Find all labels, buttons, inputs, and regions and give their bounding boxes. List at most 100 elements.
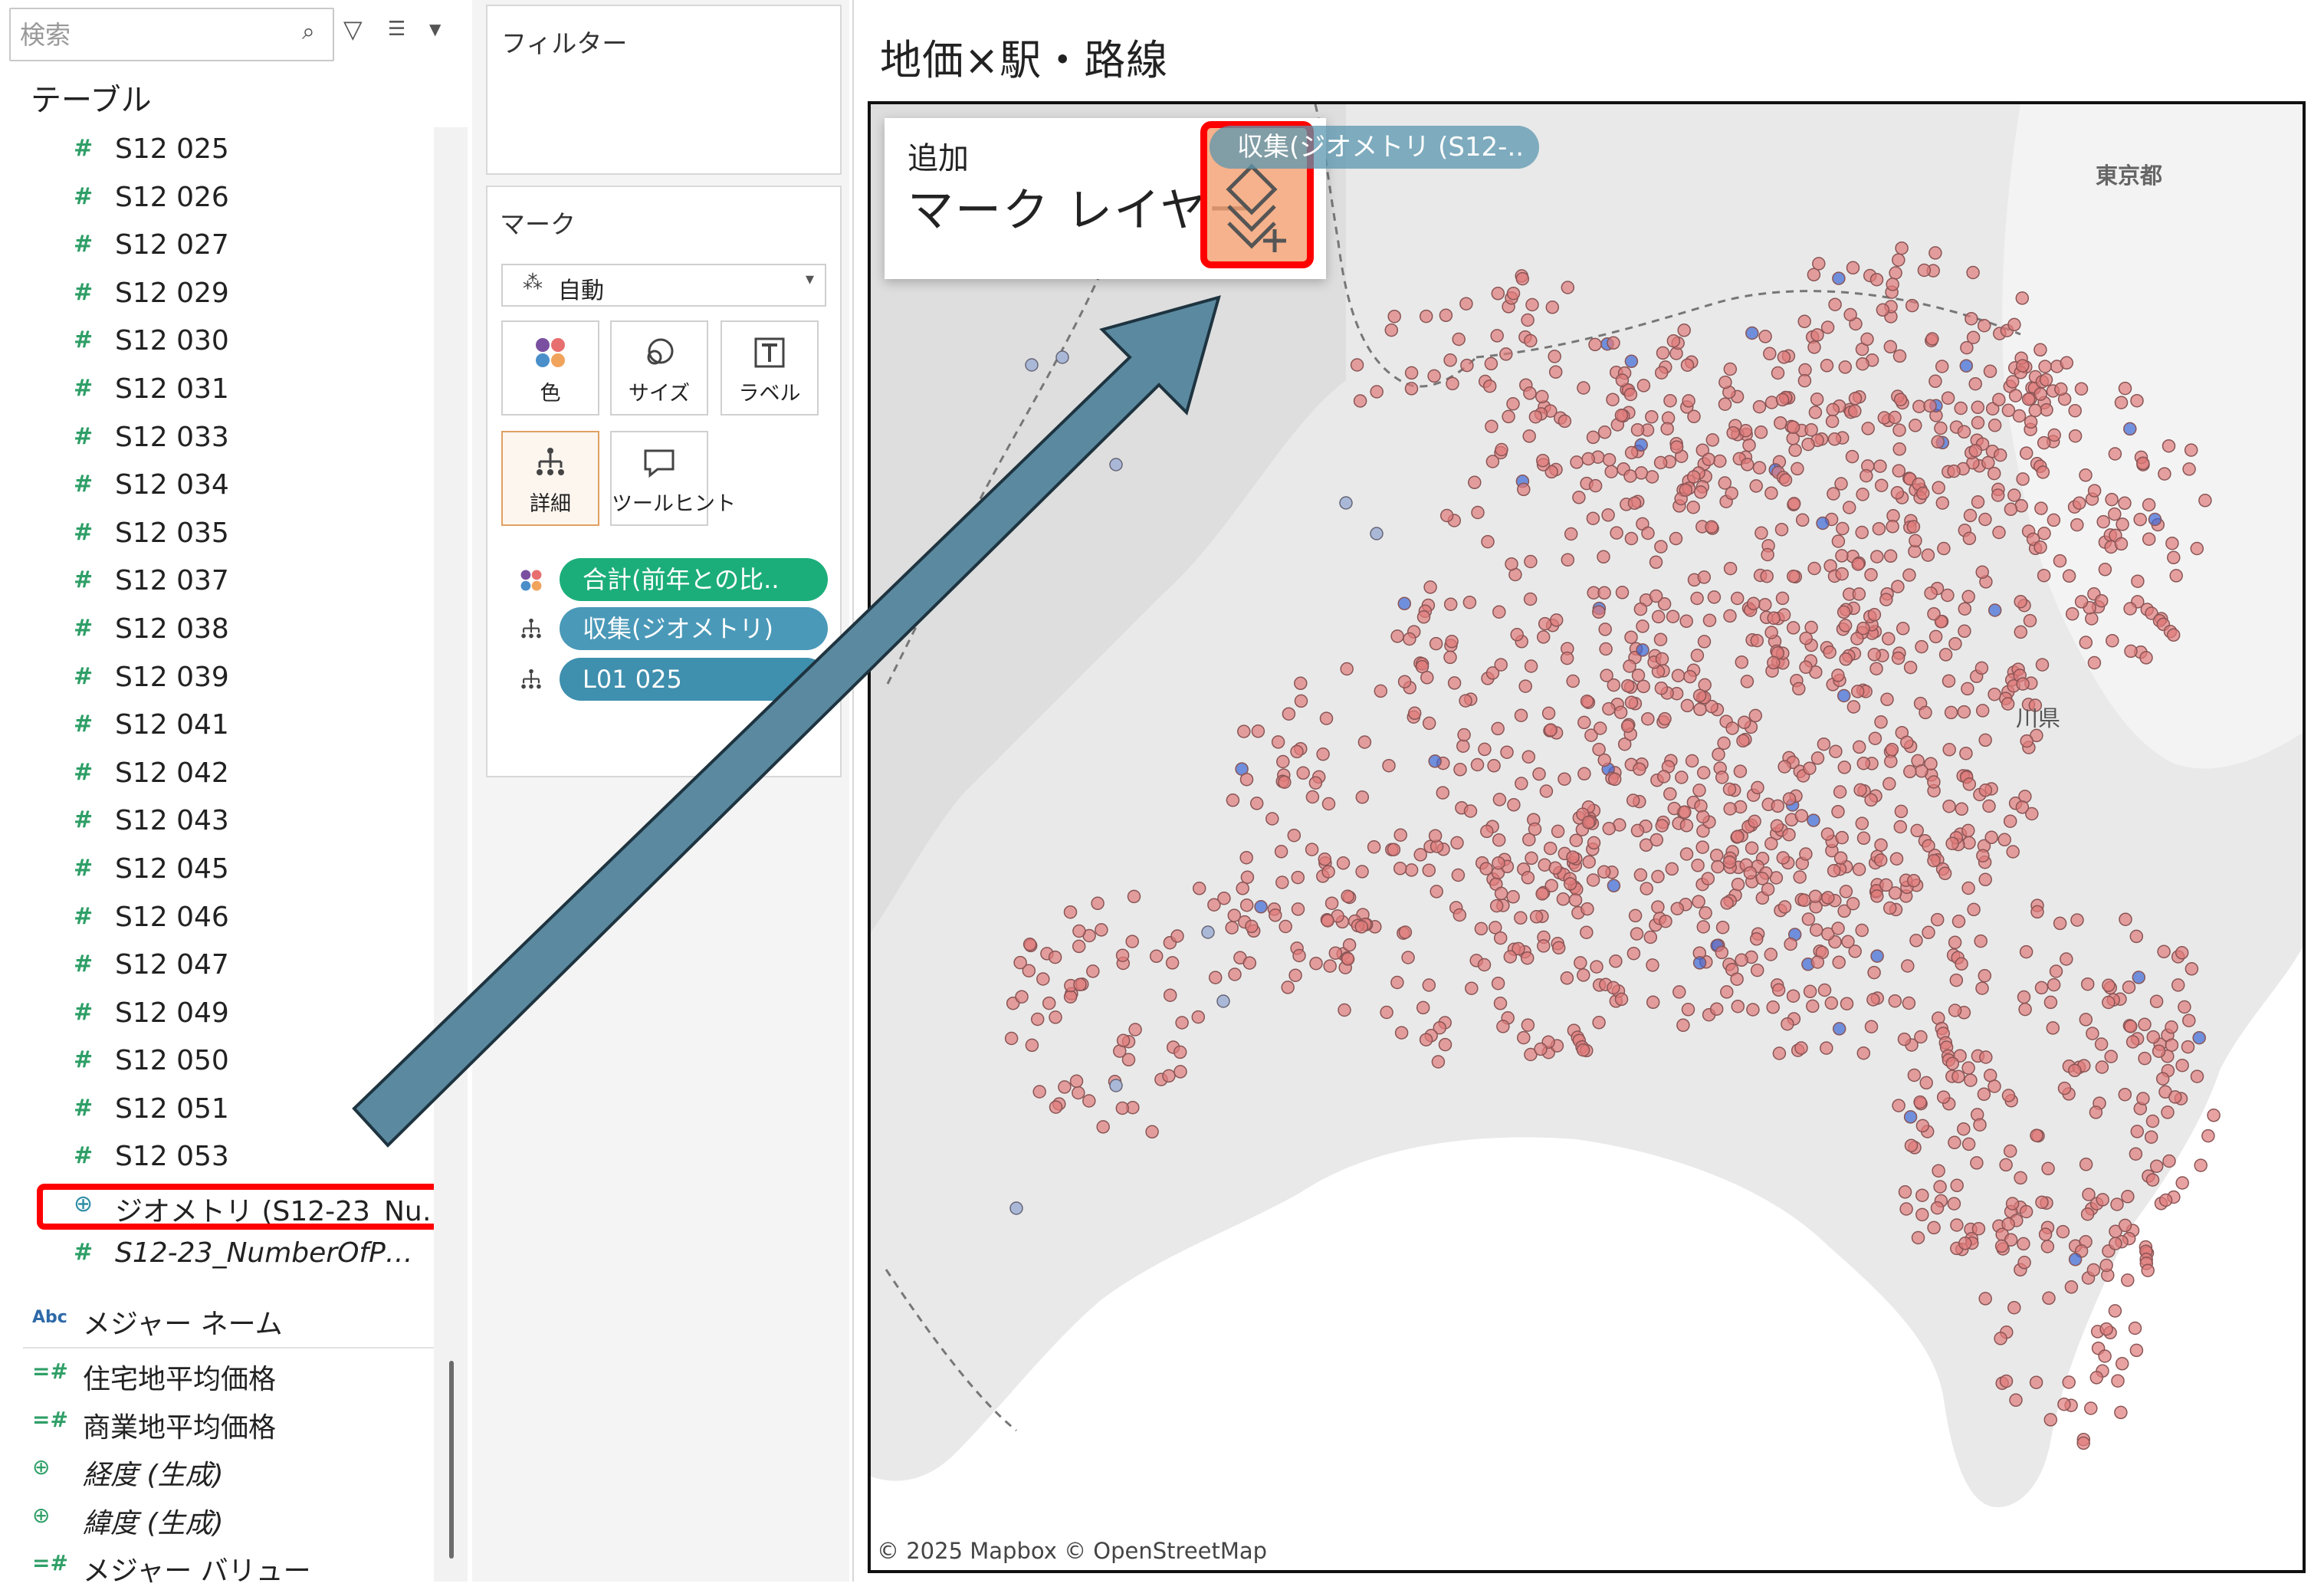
- map-point[interactable]: [1597, 425, 1612, 439]
- map-point[interactable]: [2198, 494, 2212, 508]
- measure-item[interactable]: ⊕ 経度 (生成): [0, 1447, 433, 1494]
- map-point[interactable]: [1938, 866, 1952, 881]
- map-point[interactable]: [1237, 724, 1251, 738]
- map-point[interactable]: [1627, 496, 1642, 511]
- map-point[interactable]: [1742, 438, 1756, 452]
- map-point[interactable]: [1556, 892, 1571, 906]
- map-point[interactable]: [1491, 721, 1505, 736]
- map-point[interactable]: [1536, 630, 1551, 644]
- map-point[interactable]: [2138, 1017, 2152, 1032]
- map-point[interactable]: [1581, 816, 1596, 829]
- map-point[interactable]: [1086, 964, 1100, 978]
- map-point[interactable]: [1271, 735, 1285, 749]
- map-point[interactable]: [1597, 753, 1611, 767]
- map-point[interactable]: [1170, 929, 1184, 943]
- map-point[interactable]: [1978, 733, 1992, 747]
- map-point[interactable]: [1957, 425, 1971, 439]
- map-point[interactable]: [1015, 990, 1029, 1004]
- map-point[interactable]: [1925, 332, 1939, 346]
- map-point[interactable]: [1548, 350, 1561, 363]
- map-point[interactable]: [1072, 939, 1086, 954]
- map-point[interactable]: [1924, 586, 1938, 600]
- map-point[interactable]: [1999, 1158, 2013, 1172]
- map-point[interactable]: [1566, 850, 1580, 864]
- map-point[interactable]: [1820, 320, 1835, 334]
- map-point[interactable]: [1679, 483, 1693, 497]
- map-point[interactable]: [1522, 833, 1536, 846]
- map-point[interactable]: [1971, 495, 1985, 509]
- map-point[interactable]: [1602, 452, 1617, 467]
- map-point[interactable]: [1745, 326, 1759, 340]
- map-point[interactable]: [2017, 1237, 2030, 1251]
- map-point[interactable]: [1251, 724, 1265, 738]
- map-point[interactable]: [2108, 507, 2122, 521]
- map-point[interactable]: [1694, 799, 1708, 813]
- map-point[interactable]: [2207, 1109, 2221, 1122]
- map-point[interactable]: [1839, 652, 1853, 666]
- map-point[interactable]: [1548, 861, 1562, 875]
- map-point[interactable]: [1245, 919, 1259, 934]
- map-point[interactable]: [1468, 475, 1482, 490]
- map-point[interactable]: [1791, 462, 1804, 476]
- map-point[interactable]: [1804, 422, 1818, 437]
- map-point[interactable]: [1927, 853, 1941, 868]
- map-point[interactable]: [1855, 525, 1869, 540]
- map-point[interactable]: [1022, 938, 1037, 951]
- map-point[interactable]: [1655, 652, 1669, 666]
- map-point[interactable]: [1602, 701, 1616, 716]
- map-point[interactable]: [1521, 750, 1536, 764]
- map-point[interactable]: [1592, 605, 1606, 619]
- map-point[interactable]: [1456, 739, 1470, 753]
- map-point[interactable]: [1935, 360, 1949, 373]
- map-point[interactable]: [1574, 956, 1587, 970]
- map-point[interactable]: [1485, 419, 1498, 433]
- map-point[interactable]: [1746, 596, 1761, 611]
- map-point[interactable]: [1786, 432, 1800, 445]
- map-point[interactable]: [1524, 554, 1538, 569]
- map-point[interactable]: [2146, 1030, 2161, 1044]
- map-point[interactable]: [1942, 674, 1956, 688]
- map-point[interactable]: [1308, 776, 1323, 790]
- map-point[interactable]: [2054, 382, 2068, 396]
- map-point[interactable]: [1937, 541, 1951, 556]
- map-point[interactable]: [1485, 455, 1500, 468]
- map-point[interactable]: [1840, 997, 1854, 1010]
- map-point[interactable]: [2149, 994, 2164, 1009]
- map-point[interactable]: [1428, 829, 1443, 843]
- map-attribution[interactable]: © 2025 Mapbox © OpenStreetMap: [877, 1538, 1267, 1564]
- map-point[interactable]: [1797, 314, 1811, 329]
- map-point[interactable]: [2099, 1322, 2113, 1336]
- map-point[interactable]: [1897, 1032, 1912, 1046]
- map-point[interactable]: [1367, 840, 1381, 854]
- map-point[interactable]: [1654, 366, 1669, 379]
- map-point[interactable]: [1892, 1099, 1905, 1112]
- map-point[interactable]: [1889, 852, 1904, 866]
- map-point[interactable]: [1249, 797, 1264, 810]
- map-point[interactable]: [1419, 309, 1433, 324]
- map-point[interactable]: [2171, 978, 2185, 992]
- map-point[interactable]: [1669, 440, 1684, 454]
- map-point[interactable]: [1900, 735, 1914, 750]
- map-point[interactable]: [2007, 1300, 2021, 1315]
- map-point[interactable]: [1797, 893, 1811, 908]
- map-point[interactable]: [1777, 350, 1791, 364]
- map-point[interactable]: [1886, 520, 1899, 534]
- map-point[interactable]: [2008, 389, 2023, 402]
- map-point[interactable]: [1492, 833, 1506, 847]
- map-point[interactable]: [1808, 406, 1823, 419]
- map-point[interactable]: [1525, 297, 1539, 312]
- map-point[interactable]: [1723, 802, 1737, 816]
- map-point[interactable]: [2175, 946, 2189, 960]
- map-point[interactable]: [1876, 303, 1890, 317]
- map-point[interactable]: [1671, 669, 1686, 682]
- map-point[interactable]: [1722, 855, 1737, 869]
- map-point[interactable]: [1236, 882, 1249, 895]
- map-point[interactable]: [1319, 711, 1334, 725]
- map-point[interactable]: [1665, 862, 1679, 876]
- map-point[interactable]: [1933, 1180, 1947, 1194]
- map-point[interactable]: [1856, 621, 1870, 636]
- map-point[interactable]: [1701, 872, 1715, 885]
- map-point[interactable]: [1538, 616, 1552, 631]
- map-point[interactable]: [1845, 449, 1860, 464]
- map-point[interactable]: [1834, 477, 1848, 491]
